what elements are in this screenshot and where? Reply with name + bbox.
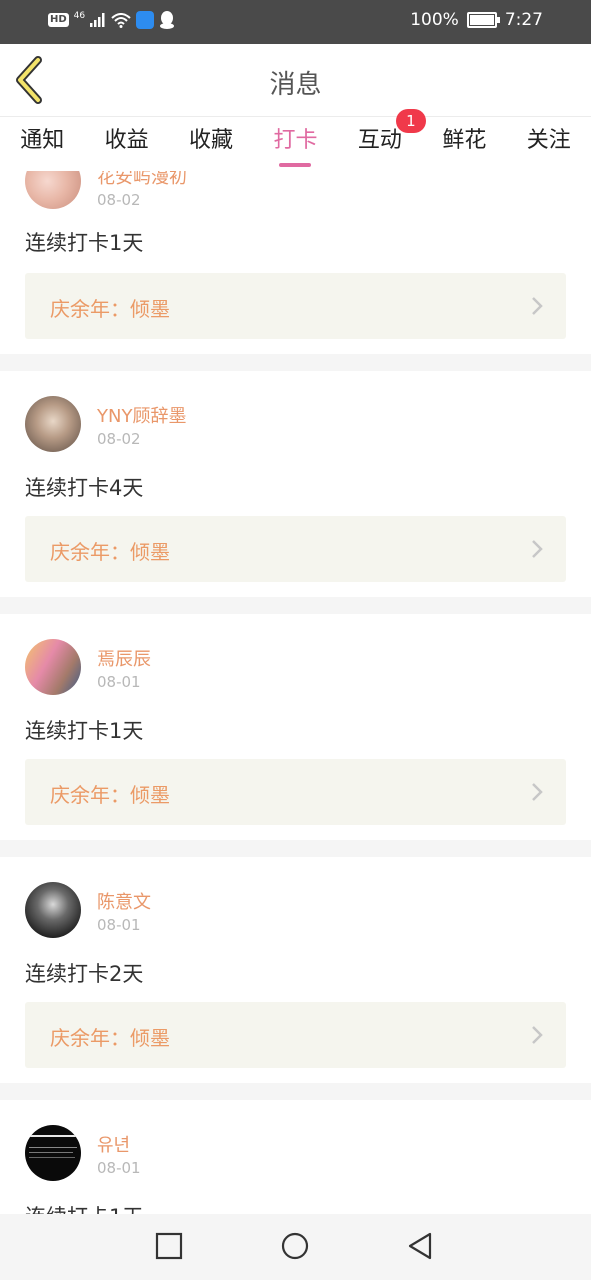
user-name[interactable]: YNY顾辞墨 [97,402,186,428]
chevron-right-icon [532,1026,543,1044]
hd-indicator: HD [48,13,69,27]
user-name[interactable]: 유년 [97,1131,130,1157]
tab-following[interactable]: 关注 [507,117,591,171]
user-name[interactable]: 焉辰辰 [97,645,151,671]
post-date: 08-01 [97,1159,141,1177]
book-title: 庆余年：倾墨 [50,540,170,564]
tab-label: 收益 [104,128,149,153]
chevron-right-icon [532,540,543,558]
tab-interactions[interactable]: 互动 1 [338,109,426,171]
list-item: YNY顾辞墨 08-02 连续打卡4天 庆余年：倾墨 [0,371,591,597]
tab-label: 收藏 [189,128,234,153]
tab-bar: 通知 收益 收藏 打卡 互动 1 鲜花 关注 [0,109,591,171]
recents-icon[interactable] [154,1231,184,1261]
divider [0,840,591,857]
avatar-image [25,1135,81,1158]
app-header: 消息 [0,44,591,117]
avatar[interactable] [25,639,81,695]
tab-label: 互动 [357,128,402,153]
book-title: 庆余年：倾墨 [50,783,170,807]
post-date: 08-01 [97,673,141,691]
book-link[interactable]: 庆余年：倾墨 [25,516,566,582]
page-title: 消息 [269,70,322,100]
list-item: 花安屿漫初 08-02 连续打卡1天 庆余年：倾墨 [0,171,591,339]
divider [0,597,591,614]
book-link[interactable]: 庆余年：倾墨 [25,273,566,339]
list-item: 陈意文 08-01 连续打卡2天 庆余年：倾墨 [0,857,591,1083]
user-name[interactable]: 陈意文 [97,888,151,914]
divider [0,1083,591,1100]
chevron-right-icon [532,783,543,801]
checkin-streak: 连续打卡4天 [25,476,144,500]
post-date: 08-02 [97,191,141,209]
post-date: 08-01 [97,916,141,934]
book-link[interactable]: 庆余年：倾墨 [25,1002,566,1068]
battery-icon [466,12,500,28]
list-item: 유년 08-01 连续打卡1天 [0,1100,591,1214]
tab-flowers[interactable]: 鲜花 [422,117,506,171]
book-link[interactable]: 庆余年：倾墨 [25,759,566,825]
app-notification-icon [136,11,155,29]
checkin-streak: 连续打卡1天 [25,719,144,743]
signal-icon [90,13,105,27]
checkin-streak: 连续打卡1天 [25,1201,143,1214]
battery-percent: 100% [410,10,459,30]
avatar[interactable] [25,882,81,938]
avatar[interactable] [25,171,81,209]
book-title: 庆余年：倾墨 [50,1026,170,1050]
qq-icon [160,11,175,29]
avatar[interactable] [25,396,81,452]
avatar[interactable] [25,1125,81,1181]
tab-favorites[interactable]: 收藏 [169,117,253,171]
system-nav-bar [0,1214,591,1280]
checkin-streak: 连续打卡1天 [25,231,144,255]
clock: 7:27 [504,10,543,30]
wifi-icon [111,12,131,28]
tab-label: 打卡 [273,128,318,153]
checkin-feed[interactable]: 花安屿漫初 08-02 连续打卡1天 庆余年：倾墨 YNY顾辞墨 08-02 连… [0,171,591,1214]
list-item: 焉辰辰 08-01 连续打卡1天 庆余年：倾墨 [0,614,591,840]
home-icon[interactable] [280,1231,310,1261]
tab-label: 关注 [526,128,571,153]
book-title: 庆余年：倾墨 [50,297,170,321]
back-nav-icon[interactable] [406,1231,436,1261]
network-type: 46 [73,10,86,21]
post-date: 08-02 [97,430,141,448]
user-name[interactable]: 花安屿漫初 [97,171,187,189]
tab-earnings[interactable]: 收益 [84,117,168,171]
status-bar: HD 46 100% 7:27 [0,0,591,44]
chevron-right-icon [532,297,543,315]
tab-label: 鲜花 [442,128,487,153]
tab-checkin[interactable]: 打卡 [253,117,337,171]
tab-label: 通知 [20,128,65,153]
tab-notifications[interactable]: 通知 [0,117,84,171]
checkin-streak: 连续打卡2天 [25,962,144,986]
divider [0,354,591,371]
